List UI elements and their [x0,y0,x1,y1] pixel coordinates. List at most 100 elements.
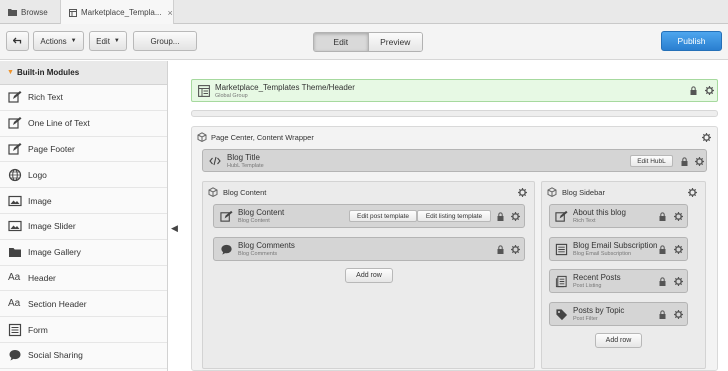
module-title: About this blog [573,208,626,217]
blog-title-module[interactable]: Blog Title HubL Template Edit HubL [202,149,707,172]
lock-icon [497,245,504,254]
sidebar-item-logo[interactable]: Logo [0,162,167,189]
globe-icon [8,168,22,181]
gear-icon[interactable] [674,245,683,254]
wrapper-title: Page Center, Content Wrapper [211,133,314,142]
gear-icon[interactable] [511,212,520,221]
back-button[interactable] [6,31,29,51]
group-button[interactable]: Group... [133,31,197,51]
cube-icon [197,132,207,142]
edit-hubl-button[interactable]: Edit HubL [630,155,673,167]
sidebar-item-image-slider[interactable]: Image Slider [0,214,167,240]
gear-icon[interactable] [695,157,704,166]
about-this-blog-module[interactable]: About this blog Rich Text [549,204,688,228]
add-row-button[interactable]: Add row [345,268,393,283]
add-row-button[interactable]: Add row [595,333,642,348]
gear-icon[interactable] [688,188,697,197]
tab-label: Marketplace_Templa... [81,8,162,17]
folder-icon [8,9,17,16]
sidebar-item-label: Image [28,195,52,206]
sidebar-heading[interactable]: ▼ Built-in Modules [0,61,167,85]
actions-label: Actions [40,36,67,46]
edit-dropdown[interactable]: Edit ▼ [89,31,127,51]
mode-edit-button[interactable]: Edit [314,33,368,51]
actions-dropdown[interactable]: Actions ▼ [33,31,84,51]
edit-icon [8,117,22,129]
gear-icon[interactable] [674,310,683,319]
lock-icon [659,310,666,319]
sidebar-item-section-header[interactable]: Aa Section Header [0,291,167,318]
header-module-title: Marketplace_Templates Theme/Header [215,83,355,92]
sidebar-item-label: Header [28,272,56,283]
chat-icon [221,244,232,255]
content-wrapper[interactable]: Page Center, Content Wrapper Blog Title … [191,126,718,371]
mode-toggle: Edit Preview [313,32,423,52]
recent-posts-module[interactable]: Recent Posts Post Listing [549,269,688,293]
publish-button[interactable]: Publish [661,31,722,51]
sidebar-item-image-gallery[interactable]: Image Gallery [0,240,167,266]
lock-icon [659,212,666,221]
gear-icon[interactable] [674,212,683,221]
sidebar-item-page-footer[interactable]: Page Footer [0,137,167,163]
tag-icon [556,309,568,321]
module-subtitle: Blog Content [238,218,270,224]
sidebar-item-rich-text[interactable]: Rich Text [0,85,167,111]
mode-preview-button[interactable]: Preview [367,33,422,51]
module-subtitle: Rich Text [573,218,596,224]
sidebar-item-one-line-of-text[interactable]: One Line of Text [0,111,167,137]
blog-email-subscription-module[interactable]: Blog Email Subscription Blog Email Subsc… [549,237,688,261]
sidebar-item-label: One Line of Text [28,118,90,129]
header-module[interactable]: Marketplace_Templates Theme/Header Globa… [191,79,718,102]
gear-icon[interactable] [674,277,683,286]
tab-browse[interactable]: Browse [0,0,61,24]
sidebar-item-label: Image Gallery [28,247,81,258]
lock-icon [659,245,666,254]
edit-icon [220,210,233,222]
module-title: Blog Comments [238,241,295,250]
gear-icon[interactable] [705,86,714,95]
listing-icon [555,275,567,288]
chevron-down-icon: ▼ [70,38,77,44]
module-subtitle: Blog Comments [238,251,278,257]
sidebar-item-image[interactable]: Image [0,188,167,214]
text-size-icon: Aa [8,272,21,284]
gear-icon[interactable] [518,188,527,197]
blog-sidebar-column[interactable]: Blog Sidebar About this blog Rich Text B… [541,181,706,369]
lock-icon [497,212,504,221]
lock-icon [659,277,666,286]
edit-post-template-button[interactable]: Edit post template [349,210,417,222]
folder-icon [9,248,21,258]
sidebar-item-label: Social Sharing [28,350,83,361]
blog-content-module[interactable]: Blog Content Blog Content Edit post temp… [213,204,525,228]
module-title: Posts by Topic [573,306,625,315]
chat-icon [9,350,21,361]
module-subtitle: Post Listing [573,283,602,289]
sidebar-heading-label: Built-in Modules [16,68,80,77]
sidebar-item-social-sharing[interactable]: Social Sharing [0,343,167,369]
lock-icon [690,86,697,95]
tab-label: Browse [21,7,48,17]
image-icon [8,221,22,232]
sidebar-item-label: Image Slider [28,221,76,232]
chevron-down-icon: ▼ [113,38,120,44]
cube-icon [208,187,218,197]
group-label: Group... [150,36,180,46]
column-title: Blog Sidebar [562,188,605,197]
sidebar-item-header[interactable]: Aa Header [0,266,167,292]
edit-listing-template-button[interactable]: Edit listing template [417,210,491,222]
gear-icon[interactable] [511,245,520,254]
edit-icon [8,91,22,103]
module-title: Blog Title [227,153,260,162]
gear-icon[interactable] [702,133,711,142]
sidebar-collapse-icon[interactable]: ◀ [171,223,178,234]
blog-content-column[interactable]: Blog Content Blog Content Blog Content E… [202,181,535,369]
form-icon [555,243,568,256]
blog-comments-module[interactable]: Blog Comments Blog Comments [213,237,525,261]
tab-marketplace-template[interactable]: Marketplace_Templa... × [61,0,174,25]
edit-icon [555,210,568,222]
posts-by-topic-module[interactable]: Posts by Topic Post Filter [549,302,688,326]
module-subtitle: Blog Email Subscription [573,251,632,257]
sidebar-item-form[interactable]: Form [0,317,167,343]
column-title: Blog Content [223,188,267,197]
close-icon[interactable]: × [167,8,172,18]
